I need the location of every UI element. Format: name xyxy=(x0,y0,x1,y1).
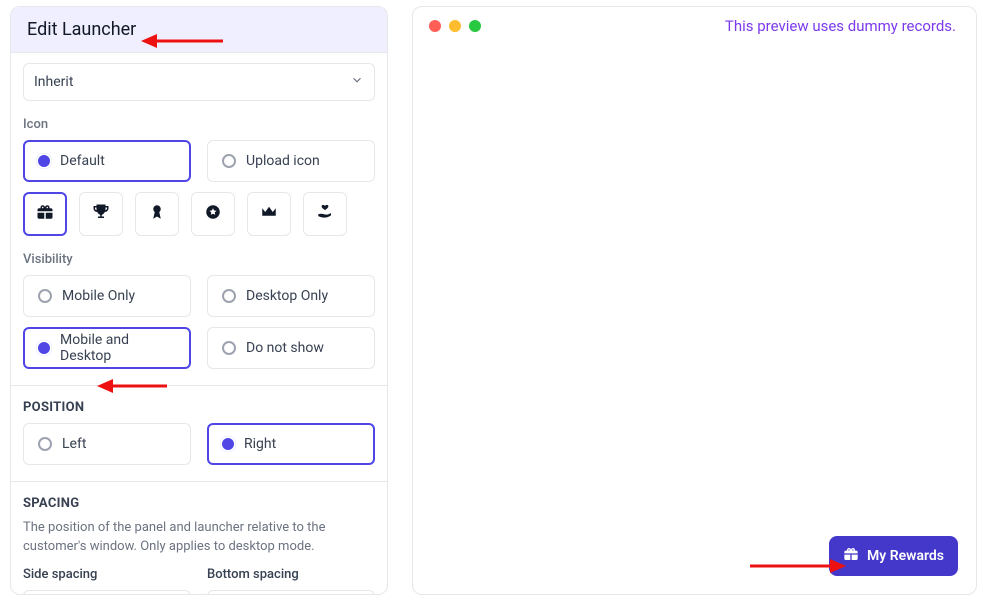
radio-empty-icon xyxy=(222,341,236,355)
bottom-spacing-input-wrap[interactable]: px xyxy=(207,590,375,594)
visibility-do-not-show[interactable]: Do not show xyxy=(207,327,375,369)
radio-empty-icon xyxy=(222,154,236,168)
icon-option-default-label: Default xyxy=(60,153,105,169)
icon-option-default[interactable]: Default xyxy=(23,140,191,182)
icon-tile-hand-heart[interactable] xyxy=(303,192,347,236)
radio-filled-icon xyxy=(38,155,50,167)
launcher-button[interactable]: My Rewards xyxy=(829,536,958,576)
visibility-do-not-show-label: Do not show xyxy=(246,340,324,356)
chevron-down-icon xyxy=(350,73,364,91)
visibility-mobile-only[interactable]: Mobile Only xyxy=(23,275,191,317)
position-left-label: Left xyxy=(62,436,86,452)
panel-scroll-area[interactable]: Inherit Icon Default Upload icon xyxy=(11,53,387,594)
visibility-desktop-only-label: Desktop Only xyxy=(246,288,328,304)
crown-icon xyxy=(260,203,278,226)
inherit-select-value: Inherit xyxy=(34,74,73,90)
icon-tile-gift[interactable] xyxy=(23,192,67,236)
maximize-dot-icon xyxy=(469,20,481,32)
gift-icon xyxy=(843,546,859,566)
position-right-label: Right xyxy=(244,436,276,452)
spacing-section-label: SPACING xyxy=(23,496,375,511)
spacing-help-text: The position of the panel and launcher r… xyxy=(23,519,375,557)
hand-heart-icon xyxy=(316,203,334,226)
visibility-desktop-only[interactable]: Desktop Only xyxy=(207,275,375,317)
radio-filled-icon xyxy=(38,342,50,354)
preview-message: This preview uses dummy records. xyxy=(725,17,956,35)
star-badge-icon xyxy=(204,203,222,226)
traffic-lights xyxy=(429,20,481,32)
icon-tile-trophy[interactable] xyxy=(79,192,123,236)
gift-icon xyxy=(36,203,54,226)
panel-title: Edit Launcher xyxy=(11,7,387,53)
divider xyxy=(11,385,387,386)
icon-option-upload-label: Upload icon xyxy=(246,153,320,169)
inherit-select[interactable]: Inherit xyxy=(23,63,375,101)
side-spacing-input-wrap[interactable]: px xyxy=(23,590,191,594)
bottom-spacing-label: Bottom spacing xyxy=(207,567,375,582)
preview-panel: This preview uses dummy records. My Rewa… xyxy=(412,6,977,595)
radio-empty-icon xyxy=(38,289,52,303)
icon-tile-star-badge[interactable] xyxy=(191,192,235,236)
minimize-dot-icon xyxy=(449,20,461,32)
visibility-mobile-desktop[interactable]: Mobile and Desktop xyxy=(23,327,191,369)
launcher-label: My Rewards xyxy=(867,548,944,564)
visibility-mobile-only-label: Mobile Only xyxy=(62,288,135,304)
icon-tile-medal[interactable] xyxy=(135,192,179,236)
radio-filled-icon xyxy=(222,438,234,450)
position-section-label: POSITION xyxy=(23,400,375,415)
edit-launcher-panel: Edit Launcher Inherit Icon Default Uploa… xyxy=(10,6,388,595)
position-right[interactable]: Right xyxy=(207,423,375,465)
radio-empty-icon xyxy=(38,437,52,451)
position-left[interactable]: Left xyxy=(23,423,191,465)
icon-section-label: Icon xyxy=(23,117,375,132)
preview-window-chrome: This preview uses dummy records. xyxy=(413,7,976,45)
close-dot-icon xyxy=(429,20,441,32)
radio-empty-icon xyxy=(222,289,236,303)
visibility-mobile-desktop-label: Mobile and Desktop xyxy=(60,332,176,364)
divider xyxy=(11,481,387,482)
icon-option-upload[interactable]: Upload icon xyxy=(207,140,375,182)
trophy-icon xyxy=(92,203,110,226)
icon-tile-crown[interactable] xyxy=(247,192,291,236)
side-spacing-label: Side spacing xyxy=(23,567,191,582)
medal-icon xyxy=(148,203,166,226)
visibility-section-label: Visibility xyxy=(23,252,375,267)
